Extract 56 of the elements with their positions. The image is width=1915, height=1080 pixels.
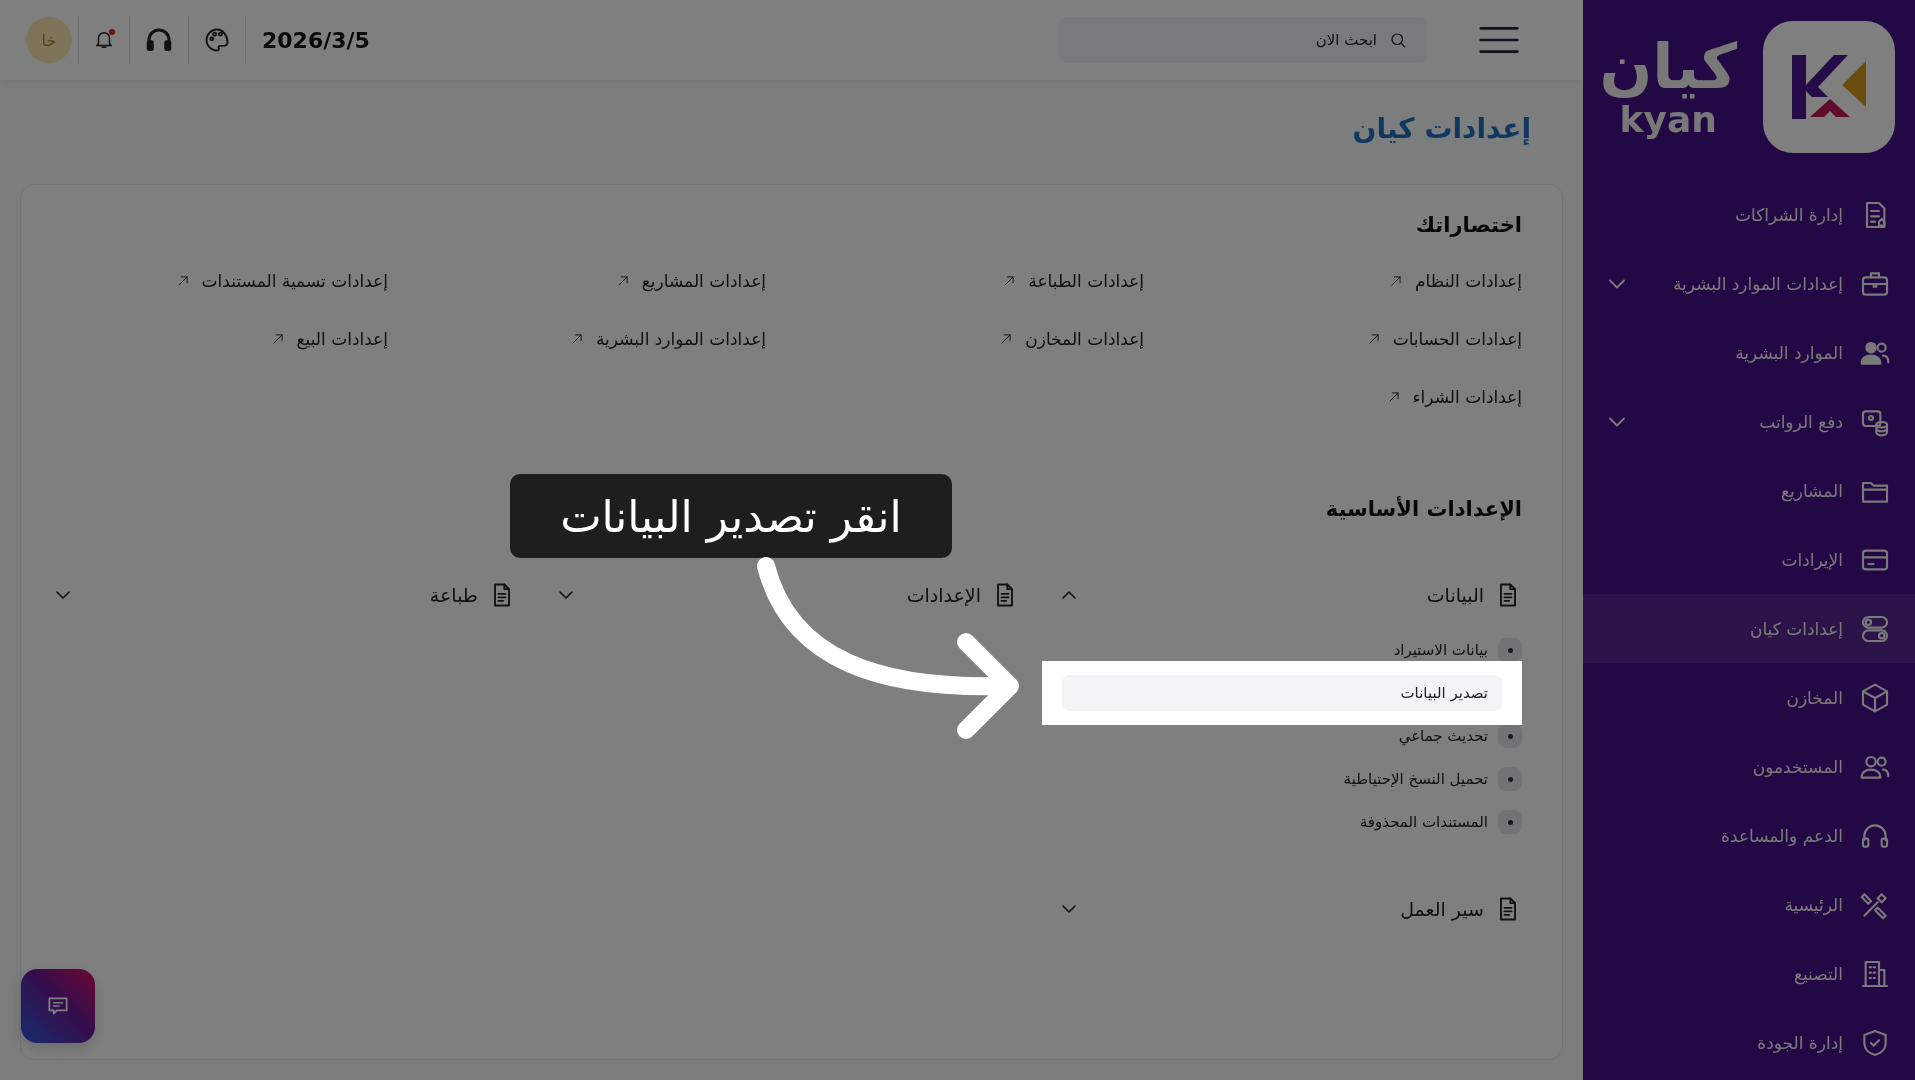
shortcut-link[interactable]: إعدادات النظام (1389, 271, 1522, 291)
arrow-icon (270, 332, 285, 346)
arrow-icon (569, 332, 584, 346)
date-text: 2026/3/5 (261, 27, 371, 53)
section-title: اختصاراتك (1415, 213, 1522, 237)
search-icon (1389, 31, 1407, 49)
menu-item[interactable]: بيانات الاستيراد (1393, 641, 1488, 659)
sidebar-item[interactable]: المستخدمون (1583, 732, 1915, 801)
shortcut-link[interactable]: إعدادات المشاريع (615, 271, 766, 291)
accordion-header[interactable]: طباعة (85, 584, 478, 606)
arrow-icon (1366, 332, 1381, 346)
tutorial-tooltip: انقر تصدير البيانات (510, 474, 952, 558)
arrow-icon (999, 332, 1014, 346)
shortcut-link[interactable]: إعدادات الشراء (1386, 387, 1522, 407)
bullet-icon (1498, 810, 1522, 834)
palette-icon (203, 26, 231, 54)
sidebar-item[interactable]: التصنيع (1583, 939, 1915, 1008)
menu-item[interactable]: تحميل النسخ الإحتياطية (1343, 770, 1488, 788)
bullet-icon (1498, 767, 1522, 791)
bullet-icon (1498, 638, 1522, 662)
sidebar-item[interactable]: دفع الرواتب (1583, 387, 1915, 456)
search-field[interactable]: ابحث الان (1059, 17, 1427, 63)
bullet-icon (1498, 724, 1522, 748)
box-icon (1859, 681, 1891, 714)
accordion-header[interactable]: البيانات (1091, 584, 1484, 606)
sidebar-item[interactable]: المخازن (1583, 663, 1915, 732)
shortcut-link[interactable]: إعدادات الطباعة (1002, 271, 1144, 291)
chat-button[interactable] (21, 969, 95, 1043)
menu-item[interactable]: تحديث جماعي (1398, 727, 1488, 745)
logo-text: kyan (1619, 102, 1717, 138)
arrow-icon (1389, 274, 1404, 288)
sidebar-item[interactable]: إدارة الشراكات (1583, 180, 1915, 249)
sidebar-item[interactable]: الرئيسية (1583, 870, 1915, 939)
menu-item[interactable]: تصدير البيانات (1062, 675, 1502, 711)
shortcut-link[interactable]: إعدادات البيع (270, 329, 388, 349)
arrow-icon (175, 274, 190, 288)
logo-text: كيان (1599, 36, 1737, 98)
shortcut-link[interactable]: إعدادات تسمية المستندات (175, 271, 388, 291)
sidebar-item[interactable]: المشاريع (1583, 456, 1915, 525)
arrow-icon (1002, 274, 1017, 288)
sidebar-item[interactable]: الإيرادات (1583, 525, 1915, 594)
arrow-icon (1386, 390, 1401, 404)
page-title: إعدادات كيان (1351, 111, 1532, 147)
section-title: الإعدادات الأساسية (1325, 497, 1522, 521)
shortcut-link[interactable]: إعدادات الحسابات (1366, 329, 1522, 349)
sidebar-item[interactable]: إدارة الجودة (1583, 1008, 1915, 1077)
shortcut-link[interactable]: إعدادات الموارد البشرية (569, 329, 766, 349)
sidebar-item[interactable]: الدعم والمساعدة (1583, 801, 1915, 870)
bell-icon (93, 29, 115, 51)
sidebar-item[interactable]: إعدادات الموارد البشرية (1583, 249, 1915, 318)
accordion-header[interactable]: الإعدادات (588, 584, 981, 606)
shortcut-link[interactable]: إعدادات المخازن (999, 329, 1144, 349)
arrow-icon (615, 274, 630, 288)
sidebar-item[interactable]: الموارد البشرية (1583, 318, 1915, 387)
menu-item[interactable]: المستندات المحذوفة (1359, 813, 1488, 831)
accordion-header[interactable]: سير العمل (1091, 898, 1484, 920)
